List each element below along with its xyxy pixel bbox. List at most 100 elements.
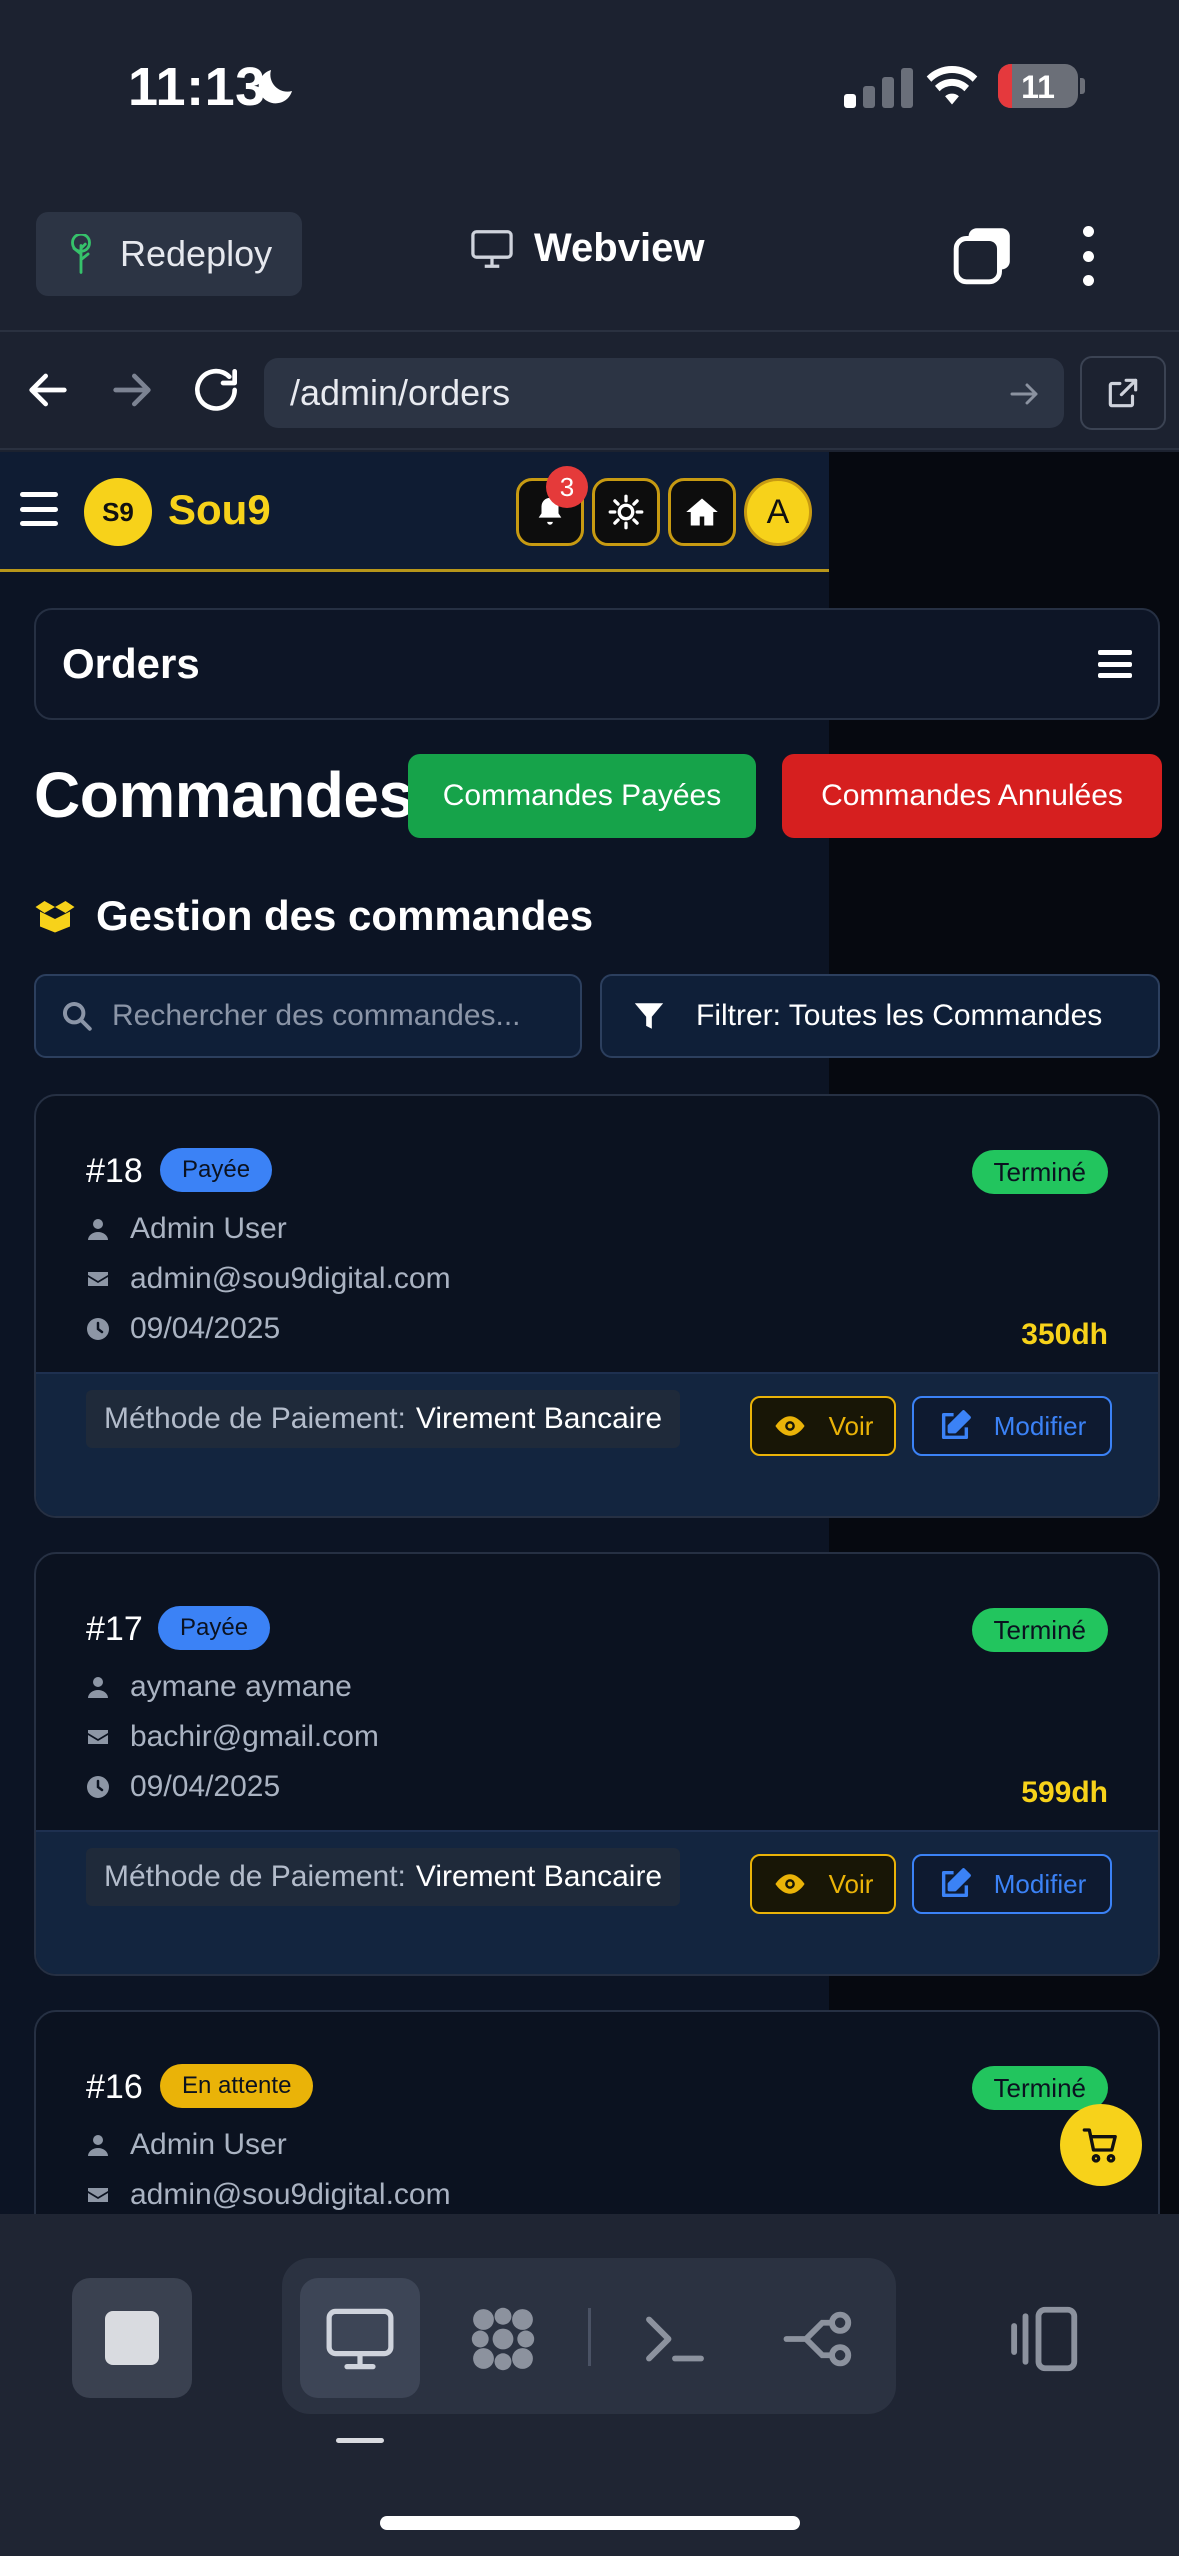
payment-status-badge: En attente xyxy=(160,2064,314,2108)
back-arrow-icon[interactable] xyxy=(20,362,76,418)
sun-icon xyxy=(608,494,644,530)
cart-button[interactable] xyxy=(1060,2104,1142,2186)
edit-order-label: Modifier xyxy=(993,1410,1087,1441)
page-bar-title: Orders xyxy=(62,640,200,687)
home-icon xyxy=(686,498,718,526)
email-line: admin@sou9digital.com xyxy=(86,1262,451,1296)
grid-icon[interactable] xyxy=(464,2300,542,2378)
filter-button[interactable]: Filtrer: Toutes les Commandes xyxy=(600,974,1160,1058)
terminal-icon[interactable] xyxy=(636,2300,714,2378)
customer-name: Admin User xyxy=(130,2128,287,2161)
panel-icon[interactable] xyxy=(1006,2300,1084,2378)
payment-method-value: Virement Bancaire xyxy=(415,1402,663,1435)
order-id: #16 xyxy=(86,2068,143,2106)
battery-level: 11 xyxy=(1021,69,1055,105)
envelope-icon xyxy=(88,1272,108,1286)
user-icon xyxy=(88,1677,108,1698)
paid-orders-button[interactable]: Commandes Payées xyxy=(408,754,756,838)
url-text: /admin/orders xyxy=(290,372,511,413)
cancelled-orders-button[interactable]: Commandes Annulées xyxy=(782,754,1162,838)
order-card: #18 Payée Terminé Admin User admin@sou9d… xyxy=(34,1094,1160,1518)
page-menu-icon[interactable] xyxy=(1098,650,1132,678)
payment-method: Méthode de Paiement: Virement Bancaire xyxy=(86,1390,681,1448)
order-status-badge: Terminé xyxy=(971,1608,1108,1652)
customer-line: Admin User xyxy=(86,1212,287,1246)
stop-button[interactable] xyxy=(72,2278,192,2398)
moon-icon xyxy=(258,70,292,104)
page-title-bar: Orders xyxy=(34,608,1160,720)
logo-text[interactable]: Sou9 xyxy=(168,486,271,534)
date-line: 09/04/2025 xyxy=(86,1770,280,1804)
email-line: admin@sou9digital.com xyxy=(86,2178,451,2212)
tabs-icon[interactable] xyxy=(950,222,1016,288)
avatar[interactable]: A xyxy=(744,478,812,546)
menu-icon[interactable] xyxy=(20,492,58,526)
home-indicator xyxy=(380,2516,800,2530)
wifi-icon xyxy=(926,65,978,105)
eye-icon xyxy=(775,1416,805,1436)
customer-email: admin@sou9digital.com xyxy=(130,1262,451,1295)
view-order-label: Voir xyxy=(828,1868,874,1899)
branch-icon[interactable] xyxy=(780,2300,858,2378)
more-vertical-icon[interactable] xyxy=(1074,226,1102,286)
redeploy-label: Redeploy xyxy=(120,233,273,274)
go-arrow-icon[interactable] xyxy=(1006,376,1042,412)
payment-status-badge: Payée xyxy=(160,1148,273,1192)
theme-toggle-button[interactable] xyxy=(592,478,660,546)
clock-icon xyxy=(87,1776,109,1798)
webview-title: Webview xyxy=(470,226,704,271)
payment-method-value: Virement Bancaire xyxy=(415,1860,663,1893)
payment-method: Méthode de Paiement: Virement Bancaire xyxy=(86,1848,681,1906)
cart-icon xyxy=(1082,2128,1117,2163)
date-line: 09/04/2025 xyxy=(86,1312,280,1346)
edit-order-button[interactable]: Modifier xyxy=(912,1396,1112,1456)
customer-name: aymane aymane xyxy=(130,1670,352,1703)
customer-email: admin@sou9digital.com xyxy=(130,2178,451,2211)
payment-status-badge: Payée xyxy=(158,1606,271,1650)
envelope-icon xyxy=(88,1730,108,1744)
monitor-icon[interactable] xyxy=(321,2300,399,2378)
signal-icon xyxy=(844,66,913,108)
reload-icon[interactable] xyxy=(188,362,244,418)
webview-title-text: Webview xyxy=(534,226,705,270)
battery-cap xyxy=(1080,78,1085,94)
section-title: Gestion des commandes xyxy=(34,892,593,940)
search-icon xyxy=(62,1001,92,1031)
filter-icon xyxy=(634,1003,664,1029)
order-status-badge: Terminé xyxy=(971,1150,1108,1194)
filter-label: Filtrer: Toutes les Commandes xyxy=(696,999,1103,1032)
home-button[interactable] xyxy=(668,478,736,546)
customer-line: Admin User xyxy=(86,2128,287,2162)
open-external-button[interactable] xyxy=(1080,356,1166,430)
clock-icon xyxy=(87,1318,109,1340)
active-view-indicator xyxy=(336,2438,384,2443)
url-input[interactable]: /admin/orders xyxy=(264,358,1064,428)
webview-content: S9 Sou9 3 A Orders Commandes Commandes P… xyxy=(0,452,1179,2214)
search-input[interactable]: Rechercher des commandes... xyxy=(34,974,582,1058)
box-open-icon xyxy=(35,901,75,933)
battery-icon: 11 xyxy=(998,64,1078,108)
customer-name: Admin User xyxy=(130,1212,287,1245)
user-icon xyxy=(88,1219,108,1240)
order-total: 599dh xyxy=(1021,1776,1108,1809)
redeploy-button[interactable]: Redeploy xyxy=(36,212,302,296)
edit-order-button[interactable]: Modifier xyxy=(912,1854,1112,1914)
payment-method-label: Méthode de Paiement: xyxy=(104,1402,406,1435)
view-order-button[interactable]: Voir xyxy=(750,1396,896,1456)
order-card: #17 Payée Terminé aymane aymane bachir@g… xyxy=(34,1552,1160,1976)
logo-badge[interactable]: S9 xyxy=(84,478,152,546)
tree-icon xyxy=(71,234,91,274)
monitor-icon xyxy=(471,229,513,268)
edit-icon xyxy=(941,1410,971,1440)
customer-email: bachir@gmail.com xyxy=(130,1720,379,1753)
order-total: 350dh xyxy=(1021,1318,1108,1351)
user-icon xyxy=(88,2135,108,2156)
section-title-text: Gestion des commandes xyxy=(96,892,594,939)
customer-line: aymane aymane xyxy=(86,1670,352,1704)
forward-arrow-icon[interactable] xyxy=(104,362,160,418)
view-order-button[interactable]: Voir xyxy=(750,1854,896,1914)
search-placeholder: Rechercher des commandes... xyxy=(112,999,521,1032)
page-heading: Commandes xyxy=(34,759,414,831)
envelope-icon xyxy=(88,2188,108,2202)
order-date: 09/04/2025 xyxy=(130,1312,281,1345)
